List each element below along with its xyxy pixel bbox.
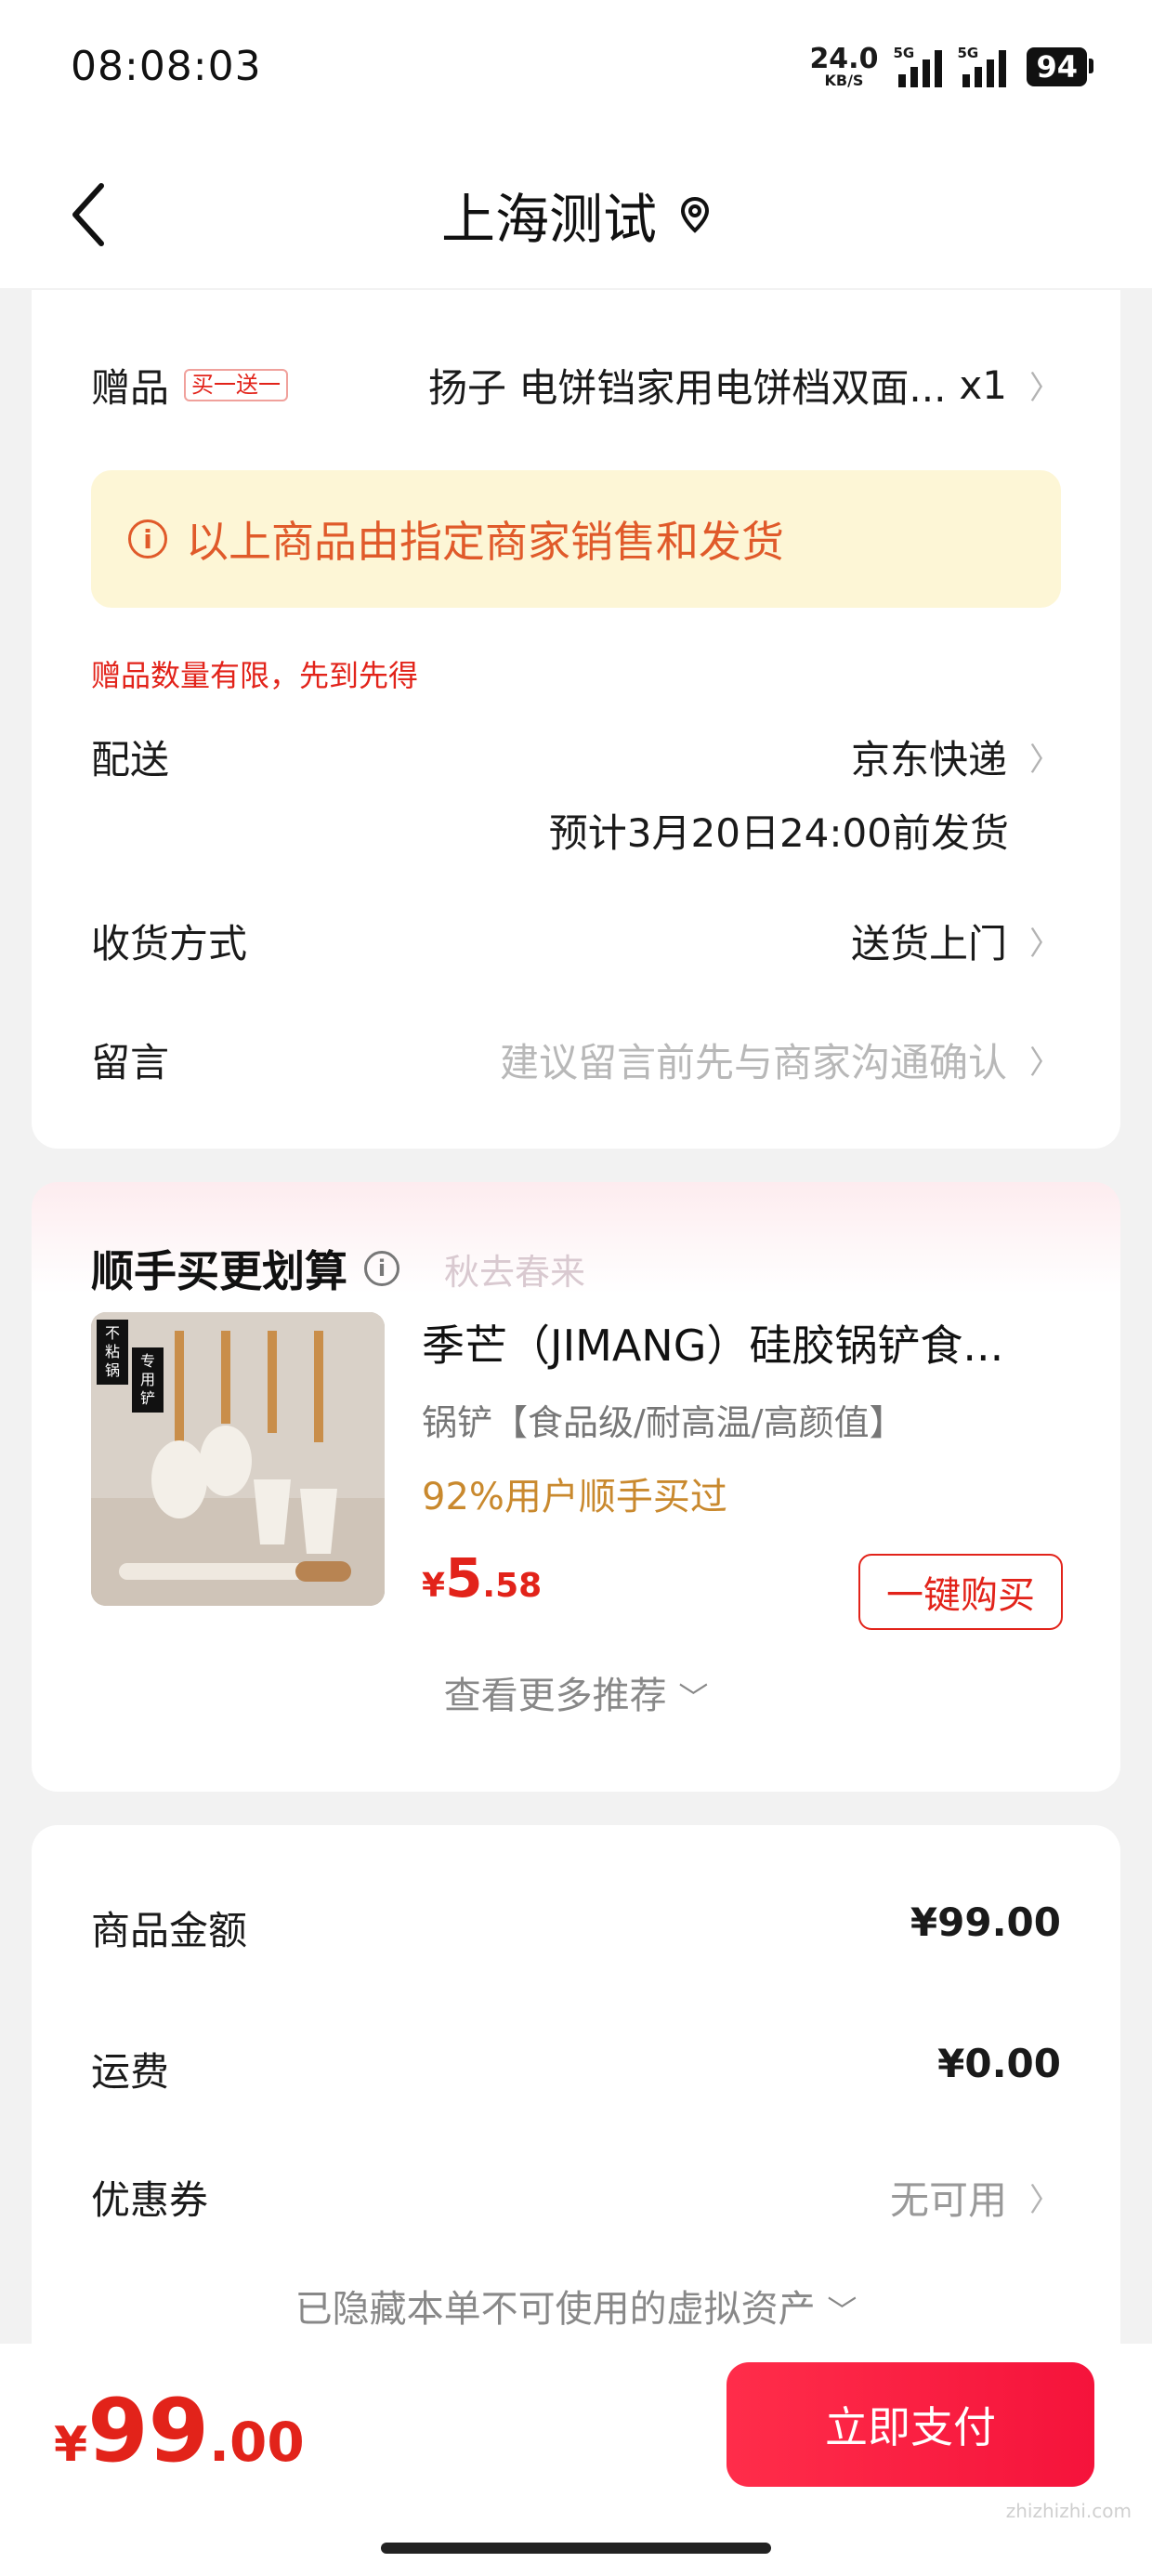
address-selector[interactable]: 上海测试: [0, 173, 1152, 256]
nav-bar: 上海测试: [0, 139, 1152, 288]
thumb-badge-1: 不: [105, 1324, 120, 1342]
price-summary-card: 商品金额 ¥99.00 运费 ¥0.00 优惠券 无可用 〉 已隐藏本单不可使用…: [32, 1825, 1120, 2401]
svg-text:铲: 铲: [140, 1389, 155, 1407]
product-buy-rate: 92%用户顺手买过: [422, 1476, 727, 1518]
hidden-assets-link[interactable]: 已隐藏本单不可使用的虚拟资产 ﹀: [32, 2279, 1120, 2333]
chevron-right-icon: 〉: [1029, 1045, 1061, 1082]
note-row[interactable]: 留言 建议留言前先与商家沟通确认 〉: [91, 1032, 1061, 1088]
more-recommend-label: 查看更多推荐: [443, 1675, 667, 1717]
bottom-pay-bar: ¥ 99 .00 立即支付: [0, 2344, 1152, 2576]
gift-quantity: x1: [959, 362, 1007, 408]
signal-label-2: 5G: [957, 45, 979, 61]
order-detail-card: 赠品 买一送一 扬子 电饼铛家用电饼档双面... x1 〉 i 以上商品由指定商…: [32, 290, 1120, 1149]
note-label: 留言: [91, 1040, 170, 1085]
receive-method-label: 收货方式: [91, 921, 248, 966]
delivery-label: 配送: [91, 737, 170, 782]
one-click-buy-button[interactable]: 一键购买: [858, 1554, 1063, 1630]
chevron-down-icon: ﹀: [678, 1680, 709, 1715]
network-speed-value: 24.0: [809, 43, 879, 75]
hidden-assets-label: 已隐藏本单不可使用的虚拟资产: [295, 2288, 816, 2331]
info-icon: i: [128, 519, 167, 559]
gift-row[interactable]: 赠品 买一送一 扬子 电饼铛家用电饼档双面... x1 〉: [91, 357, 1061, 414]
signal-icon-2: 5G: [957, 45, 1007, 87]
shipping-row: 运费 ¥0.00: [91, 2041, 1061, 2097]
network-speed-unit: KB/S: [824, 72, 864, 89]
location-pin-icon: [680, 196, 710, 233]
svg-text:粘: 粘: [105, 1343, 120, 1360]
delivery-row[interactable]: 配送 京东快递 〉 预计3月20日24:00前发货: [91, 729, 1061, 859]
shipping-value: ¥0.00: [937, 2041, 1061, 2086]
price-currency: ¥: [422, 1567, 446, 1605]
svg-text:用: 用: [140, 1371, 155, 1388]
network-speed: 24.0 KB/S: [809, 46, 878, 88]
product-subtitle: 锅铲【食品级/耐高温/高颜值】: [422, 1402, 905, 1443]
notice-text: 以上商品由指定商家销售和发货: [186, 517, 784, 567]
chevron-right-icon: 〉: [1029, 370, 1061, 407]
status-bar: 08:08:03 24.0 KB/S 5G 5G 94: [0, 0, 1152, 139]
goods-amount-value: ¥99.00: [910, 1899, 1061, 1945]
price-integer: 5: [445, 1546, 483, 1610]
thumb-badge-2: 专: [140, 1352, 155, 1370]
status-time: 08:08:03: [71, 43, 262, 90]
recommend-title: 顺手买更划算: [91, 1246, 347, 1296]
coupon-value: 无可用: [889, 2177, 1007, 2223]
more-recommend-link[interactable]: 查看更多推荐 ﹀: [32, 1665, 1120, 1719]
shipping-label: 运费: [91, 2049, 170, 2095]
home-indicator[interactable]: [381, 2543, 771, 2554]
delivery-eta: 预计3月20日24:00前发货: [548, 810, 1009, 856]
info-icon[interactable]: i: [364, 1251, 399, 1286]
goods-amount-row: 商品金额 ¥99.00: [91, 1899, 1061, 1956]
goods-amount-label: 商品金额: [91, 1908, 248, 1953]
price-decimal: .58: [482, 1567, 543, 1605]
recommend-faded-text: 秋去春来: [444, 1251, 586, 1293]
chevron-right-icon: 〉: [1029, 926, 1061, 963]
receive-method-row[interactable]: 收货方式 送货上门 〉: [91, 913, 1061, 969]
total-decimal: .00: [209, 2411, 305, 2474]
gift-label: 赠品: [91, 365, 170, 411]
pay-now-button[interactable]: 立即支付: [727, 2362, 1094, 2487]
total-price: ¥ 99 .00: [54, 2381, 305, 2482]
product-price: ¥ 5 .58: [422, 1546, 542, 1610]
page-title: 上海测试: [440, 188, 657, 251]
spatula-set-image: 不 粘 锅 专 用 铲: [91, 1312, 385, 1606]
total-integer: 99: [87, 2381, 209, 2482]
signal-icon: 5G: [893, 45, 943, 87]
note-input[interactable]: 建议留言前先与商家沟通确认: [500, 1032, 1007, 1088]
coupon-row[interactable]: 优惠券 无可用 〉: [91, 2169, 1061, 2226]
gift-promo-tag: 买一送一: [184, 369, 289, 401]
battery-icon: 94: [1027, 47, 1093, 86]
watermark: zhizhizhi.com: [1005, 2500, 1132, 2522]
chevron-right-icon: 〉: [1029, 742, 1061, 779]
total-currency: ¥: [54, 2417, 88, 2473]
product-title[interactable]: 季芒（JIMANG）硅胶锅铲食...: [422, 1312, 1003, 1373]
status-icons: 24.0 KB/S 5G 5G 94: [809, 41, 1093, 93]
gift-limit-text: 赠品数量有限，先到先得: [91, 658, 419, 693]
chevron-down-icon: ﹀: [827, 2293, 857, 2329]
gift-product-name: 扬子 电饼铛家用电饼档双面...: [428, 365, 947, 411]
chevron-right-icon: 〉: [1029, 2182, 1061, 2219]
product-thumbnail[interactable]: 不 粘 锅 专 用 铲: [91, 1312, 385, 1606]
merchant-notice: i 以上商品由指定商家销售和发货: [91, 470, 1061, 608]
recommend-card: 顺手买更划算 i 秋去春来 不 粘 锅 专 用 铲 季芒（JIMANG）硅胶锅铲…: [32, 1182, 1120, 1792]
signal-label: 5G: [893, 45, 915, 61]
receive-method-value: 送货上门: [850, 921, 1007, 966]
svg-text:锅: 锅: [105, 1361, 120, 1379]
delivery-method: 京东快递: [850, 737, 1007, 782]
coupon-label: 优惠券: [91, 2177, 209, 2223]
